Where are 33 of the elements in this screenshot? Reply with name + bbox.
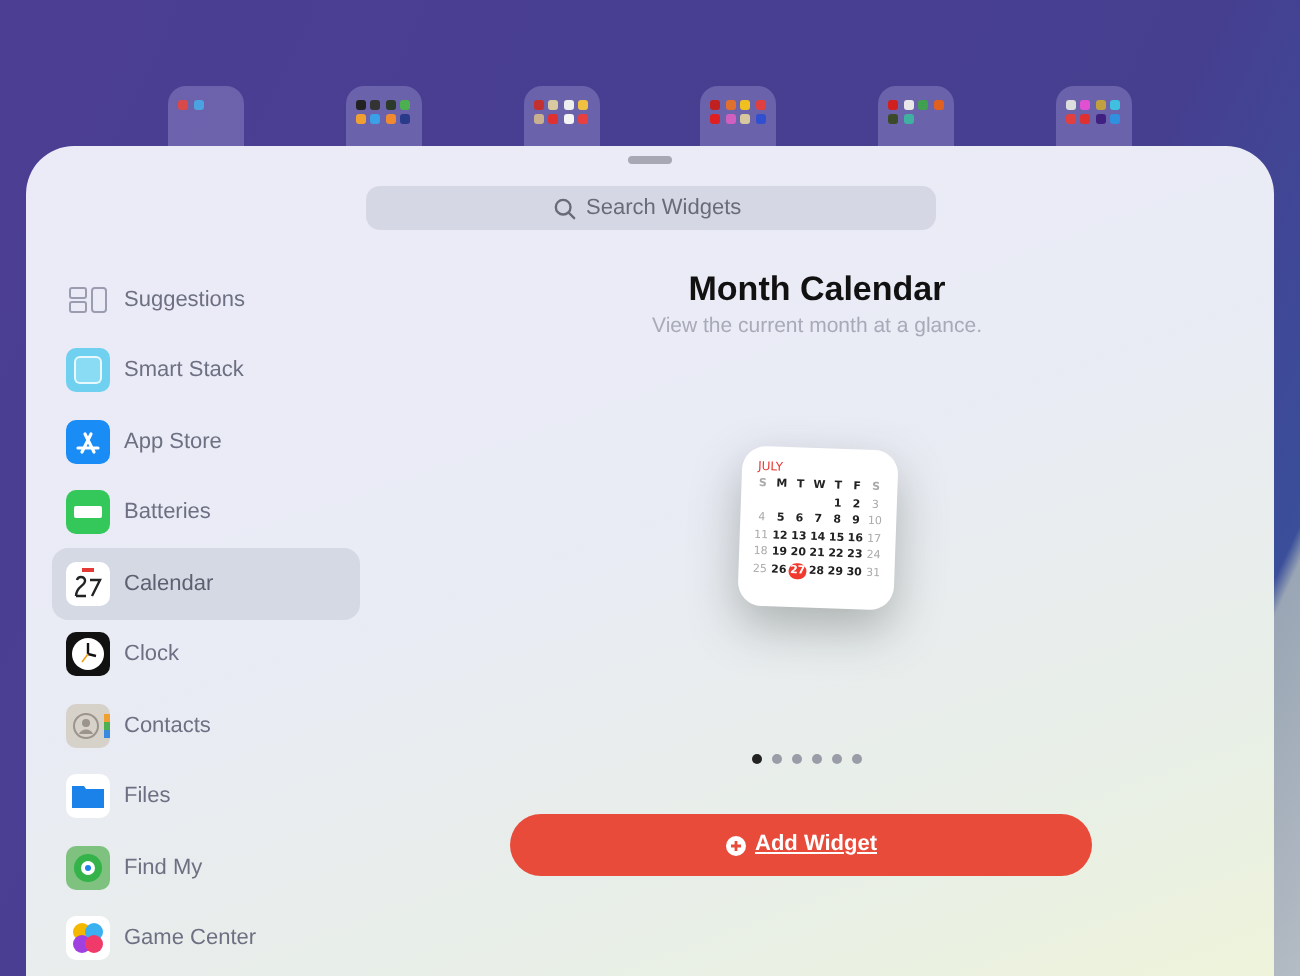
widget-title: Month Calendar [688,268,946,312]
bubbles-icon [66,916,110,961]
battery-icon [66,490,110,535]
folder-icon [66,774,110,819]
plus-icon [725,835,745,855]
search-field[interactable]: Search Widgets [365,186,935,230]
add-widget-button[interactable]: Add Widget [510,814,1092,876]
search-input[interactable]: Search Widgets [586,191,746,225]
app-folder[interactable] [878,86,955,146]
app-folder[interactable] [523,86,600,146]
sidebar-item[interactable]: Find My [52,832,360,903]
grabber-handle[interactable] [628,156,672,164]
layout-icon [68,285,108,314]
sidebar-item[interactable]: Calendar [52,548,360,619]
sidebar-item[interactable]: Batteries [52,477,360,548]
stack-icon [66,348,110,393]
sidebar-item[interactable]: Game Center [52,903,360,974]
app-folder[interactable] [345,86,422,146]
sidebar-item[interactable]: Clock [52,619,360,690]
sidebar-item[interactable]: Contacts [52,690,360,761]
widget-description: View the current month at a glance. [652,312,982,340]
sidebar-item[interactable]: Suggestions [52,264,360,335]
date-icon [66,561,110,606]
app-folder[interactable] [700,86,777,146]
clock-icon [66,632,110,677]
contacts-icon [66,703,110,748]
sidebar-item[interactable]: App Store [52,406,360,477]
sidebar-item[interactable]: Smart Stack [52,335,360,406]
app-folder[interactable] [1055,86,1132,146]
radar-icon [66,845,110,890]
search-icon [554,197,576,219]
app-store-icon [66,419,110,464]
sidebar-item[interactable]: Files [52,761,360,832]
